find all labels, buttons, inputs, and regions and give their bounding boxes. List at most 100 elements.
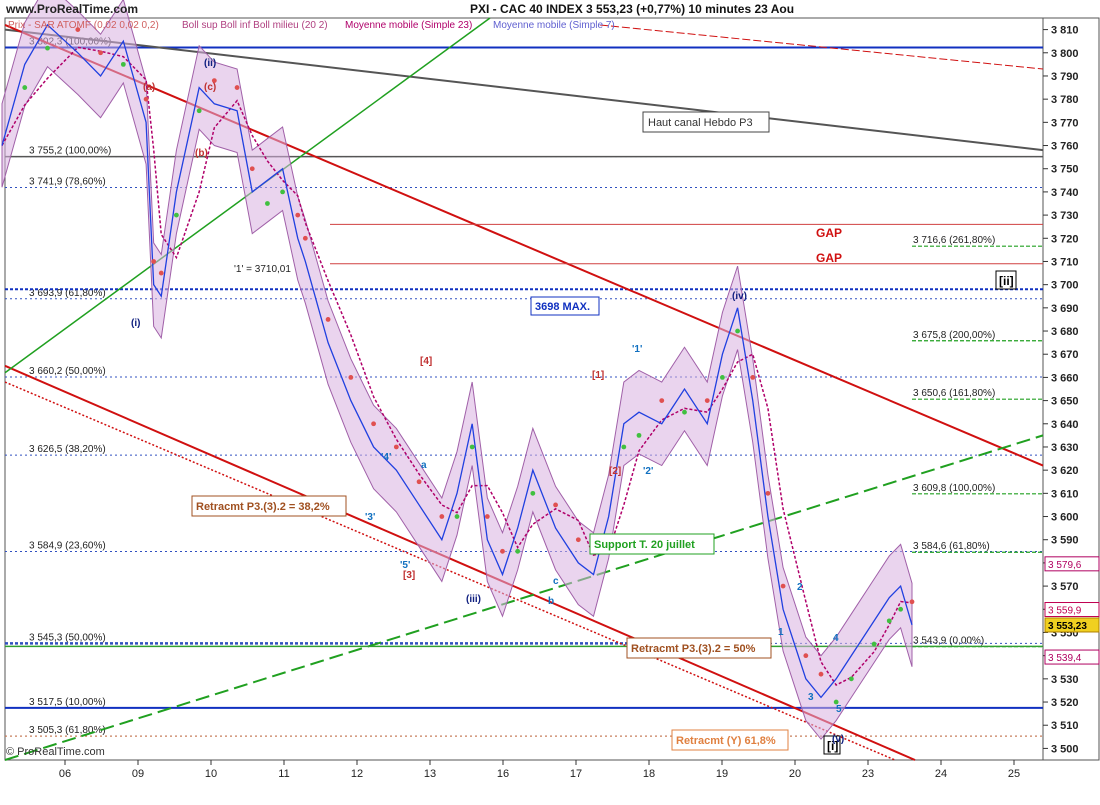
sar-dot-down: [416, 479, 422, 485]
site-name: www.ProRealTime.com: [6, 2, 139, 16]
sar-dot-up: [515, 548, 521, 554]
sar-dot-down: [750, 375, 756, 380]
sar-dot-down: [765, 490, 771, 496]
fib-level-label: 3 755,2 (100,00%): [29, 146, 111, 157]
sar-dot-down: [553, 502, 558, 508]
y-tick-label: 3 630: [1051, 442, 1079, 454]
sar-dot-down: [302, 235, 308, 241]
y-tick-label: 3 590: [1051, 535, 1079, 547]
legend-bollinger: Boll sup Boll inf Boll milieu (20 2): [182, 20, 328, 31]
sar-dot-down: [704, 398, 710, 403]
wave-label: [1]: [592, 370, 604, 381]
wave-label: [4]: [420, 356, 432, 367]
y-tick-label: 3 790: [1051, 71, 1079, 83]
y-tick-label: 3 640: [1051, 419, 1079, 431]
y-tick-label: 3 810: [1051, 25, 1079, 37]
fib-level-label: 3 660,2 (50,00%): [29, 366, 106, 377]
footer-copyright: © ProRealTime.com: [6, 746, 105, 758]
legend-sar: Prix - SAR ATOMF (0,02 0,02 0,2): [8, 20, 159, 31]
x-tick-label: 06: [59, 768, 71, 780]
sar-dot-up: [871, 641, 877, 647]
legend-sma7: Moyenne mobile (Simple 7): [493, 20, 615, 31]
sar-dot-down: [909, 599, 915, 605]
sar-dot-up: [735, 328, 740, 334]
y-tick-label: 3 720: [1051, 233, 1079, 245]
wave-label: 5: [836, 704, 842, 715]
y-tick-label: 3 690: [1051, 303, 1079, 315]
wave-label: b: [548, 596, 554, 607]
max-label: 3698 MAX.: [535, 301, 590, 313]
chart-svg: 3 5003 5103 5203 5303 5403 5503 5603 570…: [1, 0, 1100, 780]
x-tick-label: 16: [497, 768, 509, 780]
sar-dot-up: [530, 490, 536, 496]
x-tick-label: 10: [205, 768, 217, 780]
sar-dot-up: [174, 212, 179, 218]
sar-dot-up: [196, 108, 202, 114]
y-tick-label: 3 520: [1051, 697, 1079, 709]
y-tick-label: 3 760: [1051, 141, 1079, 153]
wave-label: '4': [381, 452, 391, 463]
fib-level-label: 3 584,9 (23,60%): [29, 541, 106, 552]
sar-dot-up: [720, 375, 725, 380]
y-tick-label: 3 730: [1051, 210, 1079, 222]
fib-extension-label: 3 650,6 (161,80%): [913, 388, 995, 399]
sar-dot-up: [898, 606, 904, 612]
current-price-label: 3 553,23: [1048, 621, 1087, 632]
y-tick-label: 3 710: [1051, 256, 1079, 268]
wave-label: c: [553, 576, 559, 587]
sar-dot-down: [371, 421, 376, 427]
sar-dot-down: [249, 166, 255, 172]
y-tick-label: 3 740: [1051, 187, 1079, 199]
fib-level-label: 3 505,3 (61,80%): [29, 725, 106, 736]
y-tick-label: 3 800: [1051, 48, 1079, 60]
wave-label: '2': [643, 466, 653, 477]
sar-dot-down: [780, 583, 786, 589]
wave-label: (a): [143, 82, 155, 93]
sar-dot-down: [234, 85, 240, 90]
sar-dot-up: [45, 45, 50, 51]
y-tick-label: 3 700: [1051, 280, 1079, 292]
fib-level-label: 3 741,9 (78,60%): [29, 177, 106, 188]
chart-title: PXI - CAC 40 INDEX 3 553,23 (+0,77%) 10 …: [470, 2, 795, 16]
sar-dot-down: [151, 259, 157, 264]
wave-label: '1': [632, 344, 642, 355]
wave-label: 3: [808, 692, 814, 703]
wave-label: (ii): [204, 58, 216, 69]
y-tick-label: 3 680: [1051, 326, 1079, 338]
x-tick-label: 25: [1008, 768, 1020, 780]
y-tick-label: 3 530: [1051, 674, 1079, 686]
wave-label: a: [421, 460, 427, 471]
retracement-y-label: Retracmt (Y) 61,8%: [676, 735, 776, 747]
wave-label: (c): [204, 82, 216, 93]
y-tick-label: 3 780: [1051, 94, 1079, 106]
gap-label-lower: GAP: [816, 251, 842, 265]
sar-dot-down: [803, 653, 809, 659]
sar-dot-down: [500, 548, 505, 554]
gap-label-upper: GAP: [816, 226, 842, 240]
wave-label: [2]: [609, 466, 621, 477]
support-label: Support T. 20 juillet: [594, 539, 695, 551]
y-tick-label: 3 620: [1051, 465, 1079, 477]
x-tick-label: 23: [862, 768, 874, 780]
y-tick-label: 3 750: [1051, 164, 1079, 176]
wave-label: 4: [833, 633, 839, 644]
fib-level-label: 3 517,5 (10,00%): [29, 697, 106, 708]
sar-dot-up: [280, 189, 285, 195]
sar-dot-up: [120, 61, 126, 67]
wave-label: (i): [131, 318, 140, 329]
sar-dot-down: [439, 514, 445, 519]
sar-dot-up: [848, 676, 854, 682]
y-tick-label: 3 510: [1051, 720, 1079, 732]
retracement-50-label: Retracmt P3.(3).2 = 50%: [631, 643, 756, 655]
wave-label: (iv): [732, 291, 747, 302]
x-tick-label: 24: [935, 768, 947, 780]
x-tick-label: 09: [132, 768, 144, 780]
legend-sma23: Moyenne mobile (Simple 23): [345, 20, 473, 31]
price-marker-label: 3 579,6: [1048, 560, 1082, 571]
retracement-382-label: Retracmt P3.(3).2 = 38,2%: [196, 501, 330, 513]
y-tick-label: 3 610: [1051, 488, 1079, 500]
x-tick-label: 20: [789, 768, 801, 780]
y-tick-label: 3 770: [1051, 117, 1079, 129]
x-tick-label: 18: [643, 768, 655, 780]
sar-dot-down: [575, 537, 581, 543]
